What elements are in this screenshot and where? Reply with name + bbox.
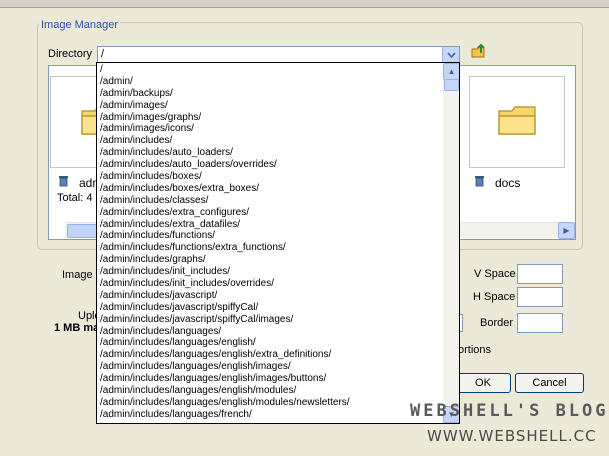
cancel-button[interactable]: Cancel [515,373,584,393]
fieldset-legend: Image Manager [39,19,121,31]
dropdown-option[interactable]: /admin/includes/javascript/ [100,290,440,302]
dropdown-option[interactable]: /admin/includes/graphs/ [100,254,440,266]
dropdown-option[interactable]: /admin/includes/languages/english/ [100,337,440,349]
scrollbar-thumb[interactable] [444,79,459,91]
max-size-label: 1 MB ma [54,322,100,334]
thumbnail-caption: docs [495,176,521,190]
dropdown-option[interactable]: /admin/includes/init_includes/overrides/ [100,278,440,290]
trash-icon[interactable] [474,175,485,187]
directory-select-value: / [101,48,105,60]
dropdown-option[interactable]: /admin/includes/languages/ [100,326,440,338]
scroll-up-button[interactable]: ▲ [443,63,459,80]
directory-label: Directory [48,48,93,60]
dropdown-option[interactable]: /admin/includes/languages/english/images… [100,361,440,373]
dropdown-option[interactable]: /admin/includes/functions/ [100,230,440,242]
border-label: Border [480,317,514,329]
dropdown-option[interactable]: /admin/includes/boxes/ [100,171,440,183]
dropdown-option[interactable]: /admin/includes/languages/english/images… [100,373,440,385]
vspace-input[interactable] [517,264,563,284]
vertical-scrollbar[interactable]: ▲ ▼ [443,63,459,423]
trash-icon[interactable] [58,175,69,187]
dropdown-option[interactable]: /admin/ [100,76,440,88]
directory-dropdown-list[interactable]: //admin//admin/backups//admin/images//ad… [96,62,460,424]
watermark-title: WEBSHELL'S BLOG [410,401,609,421]
dropdown-option[interactable]: /admin/includes/languages/french/ [100,409,440,421]
dropdown-option[interactable]: /admin/images/icons/ [100,123,440,135]
dropdown-option[interactable]: /admin/includes/ [100,135,440,147]
dropdown-option[interactable]: /admin/includes/classes/ [100,195,440,207]
image-label: Image f [62,269,99,281]
border-input[interactable] [517,313,563,333]
ok-button[interactable]: OK [455,373,511,393]
dropdown-option[interactable]: /admin/images/graphs/ [100,112,440,124]
dropdown-options: //admin//admin/backups//admin/images//ad… [100,64,440,421]
dropdown-option[interactable]: /admin/includes/auto_loaders/ [100,147,440,159]
dropdown-option[interactable]: /admin/includes/languages/english/module… [100,397,440,409]
dropdown-option[interactable]: /admin/includes/extra_datafiles/ [100,219,440,231]
dropdown-option[interactable]: /admin/images/ [100,100,440,112]
thumbnail-docs[interactable] [469,76,565,168]
window-top-edge [0,0,609,8]
dropdown-option[interactable]: /admin/includes/javascript/spiffyCal/ [100,302,440,314]
dropdown-option[interactable]: / [100,64,440,76]
folder-up-icon[interactable] [470,42,488,60]
vspace-label: V Space [474,268,516,280]
dropdown-option[interactable]: /admin/backups/ [100,88,440,100]
watermark-url: WWW.WEBSHELL.CC [427,427,597,445]
chevron-down-icon[interactable] [442,47,459,63]
folder-icon [498,106,536,135]
hspace-input[interactable] [517,287,563,307]
dropdown-option[interactable]: /admin/includes/boxes/extra_boxes/ [100,183,440,195]
total-count: Total: 4 [57,192,93,204]
dropdown-option[interactable]: /admin/includes/javascript/spiffyCal/ima… [100,314,440,326]
dropdown-option[interactable]: /admin/includes/languages/english/module… [100,385,440,397]
proportions-label: ortions [458,344,492,356]
dropdown-option[interactable]: /admin/includes/extra_configures/ [100,207,440,219]
dropdown-option[interactable]: /admin/includes/auto_loaders/overrides/ [100,159,440,171]
scroll-right-button[interactable]: ▶ [558,222,575,239]
dropdown-option[interactable]: /admin/includes/languages/english/extra_… [100,349,440,361]
dropdown-option[interactable]: /admin/includes/init_includes/ [100,266,440,278]
hspace-label: H Space [473,291,516,303]
dropdown-option[interactable]: /admin/includes/functions/extra_function… [100,242,440,254]
